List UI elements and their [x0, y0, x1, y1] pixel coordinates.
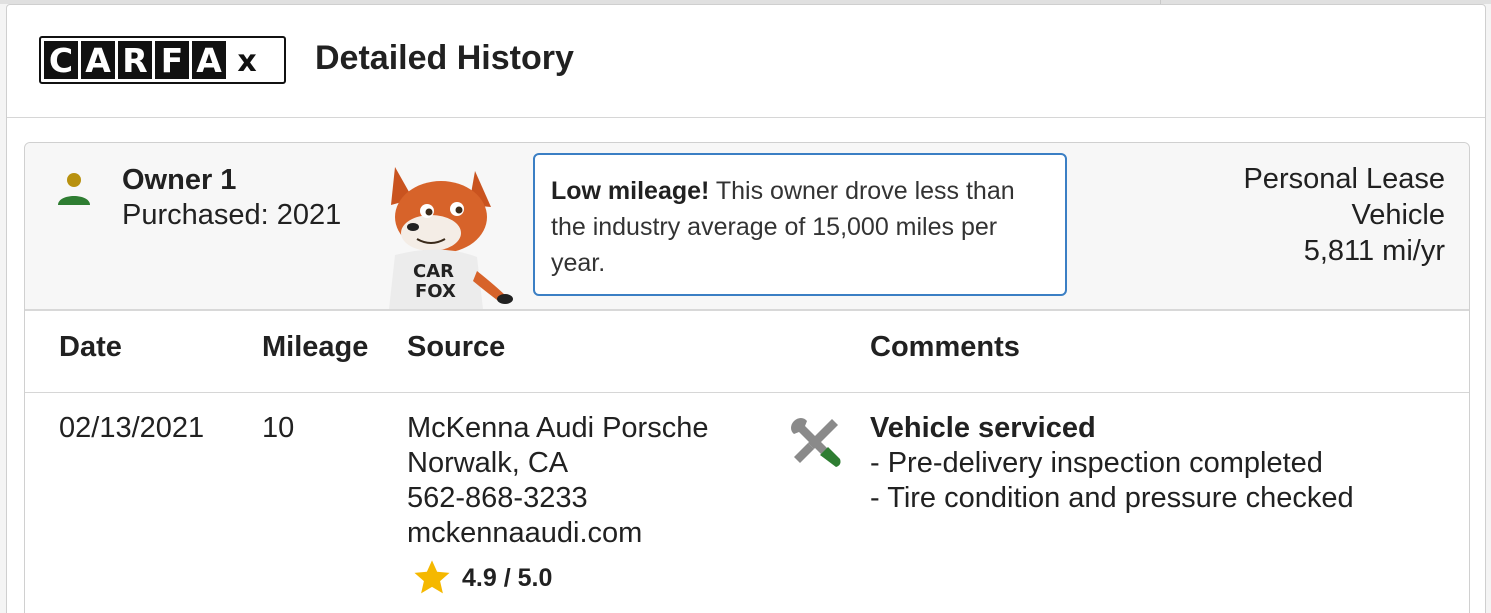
- mascot-shirt-line: CAR: [413, 261, 454, 282]
- ownership-type-line1: Personal Lease: [1243, 163, 1445, 195]
- source-name: McKenna Audi Porsche: [407, 412, 709, 444]
- comment-line: - Pre-delivery inspection completed: [870, 447, 1323, 479]
- history-panel: C A R F A x Detailed History Owner 1 Pur…: [6, 4, 1486, 613]
- low-mileage-callout: Low mileage! This owner drove less than …: [533, 153, 1067, 296]
- source-phone[interactable]: 562-868-3233: [407, 481, 708, 516]
- page-title: Detailed History: [315, 39, 574, 77]
- mileage-per-year: 5,811 mi/yr: [1303, 235, 1445, 267]
- carfax-logo: C A R F A x: [39, 36, 286, 84]
- star-icon: [414, 560, 450, 594]
- logo-letter: x: [229, 41, 265, 79]
- history-table-header: Date Mileage Source Comments: [25, 311, 1469, 393]
- logo-letter: R: [118, 41, 152, 80]
- carfox-mascot-icon: CAR FOX: [389, 167, 513, 309]
- ownership-type: Personal Lease Vehicle 5,811 mi/yr: [1145, 161, 1445, 269]
- column-header-comments: Comments: [870, 331, 1020, 363]
- logo-letter: A: [192, 41, 226, 80]
- mascot-shirt-line: FOX: [415, 281, 456, 302]
- row-comments: Vehicle serviced - Pre-delivery inspecti…: [870, 411, 1354, 516]
- callout-highlight: Low mileage!: [551, 177, 710, 205]
- logo-letter: C: [44, 41, 78, 80]
- comment-line: - Tire condition and pressure checked: [870, 482, 1354, 514]
- comment-title: Vehicle serviced: [870, 412, 1096, 444]
- row-mileage: 10: [262, 412, 295, 444]
- source-location: Norwalk, CA: [407, 447, 569, 479]
- logo-letter: F: [155, 41, 189, 80]
- owner-purchased: Purchased: 2021: [122, 199, 342, 231]
- owner-card: Owner 1 Purchased: 2021 CAR FOX Low mile…: [24, 142, 1470, 613]
- ownership-type-line2: Vehicle: [1351, 199, 1445, 231]
- wrench-screwdriver-icon: [791, 418, 841, 467]
- logo-letter: A: [81, 41, 115, 80]
- owner-summary: Owner 1 Purchased: 2021 CAR FOX Low mile…: [25, 143, 1469, 311]
- owner-name: Owner 1: [122, 164, 237, 196]
- column-header-mileage: Mileage: [262, 331, 369, 363]
- panel-header: C A R F A x Detailed History: [7, 5, 1485, 118]
- person-icon: [58, 173, 90, 205]
- rating-value: 4.9 / 5.0: [462, 563, 553, 592]
- dealer-rating[interactable]: 4.9 / 5.0: [412, 559, 552, 597]
- source-website-link[interactable]: mckennaaudi.com: [407, 516, 708, 551]
- column-header-date: Date: [59, 331, 122, 363]
- row-source: McKenna Audi Porsche Norwalk, CA 562-868…: [407, 411, 708, 551]
- row-date: 02/13/2021: [59, 412, 205, 444]
- column-header-source: Source: [407, 331, 506, 363]
